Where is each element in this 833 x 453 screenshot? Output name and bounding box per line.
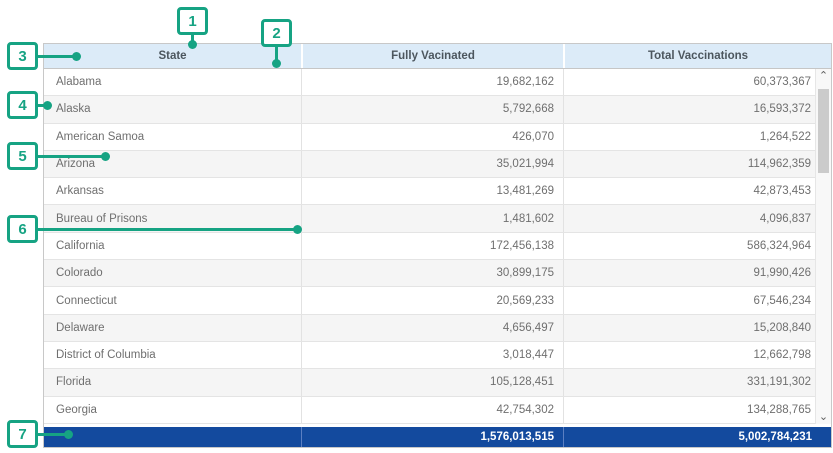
callout-dot-1 [188, 40, 197, 49]
callout-box-1: 1 [177, 7, 208, 35]
callout-box-2: 2 [261, 19, 292, 47]
callout-dot-2 [272, 59, 281, 68]
state-cell: Colorado [44, 260, 301, 286]
table-row[interactable]: Delaware 4,656,497 15,208,840 [44, 315, 831, 342]
totals-row: 1,576,013,515 5,002,784,231 [44, 427, 831, 447]
scroll-down-button[interactable]: ⌄ [816, 410, 831, 424]
callout-box-5: 5 [7, 142, 38, 170]
table-row[interactable]: Arkansas 13,481,269 42,873,453 [44, 178, 831, 205]
callout-box-6: 6 [7, 215, 38, 243]
chevron-down-icon: ⌄ [819, 412, 828, 422]
fully-vaccinated-cell: 20,569,233 [301, 287, 563, 313]
fully-vaccinated-cell: 3,018,447 [301, 342, 563, 368]
table-row[interactable]: American Samoa 426,070 1,264,522 [44, 124, 831, 151]
totals-state-cell [44, 427, 301, 447]
totals-total-vaccinations-cell: 5,002,784,231 [563, 427, 831, 447]
callout-dot-6 [293, 225, 302, 234]
list-table: State Fully Vacinated Total Vaccinations… [43, 43, 832, 448]
fully-vaccinated-cell: 5,792,668 [301, 96, 563, 122]
callout-box-7: 7 [7, 420, 38, 448]
total-vaccinations-cell: 91,990,426 [563, 260, 831, 286]
state-cell: Connecticut [44, 287, 301, 313]
total-vaccinations-cell: 16,593,372 [563, 96, 831, 122]
fully-vaccinated-cell: 4,656,497 [301, 315, 563, 341]
fully-vaccinated-cell: 426,070 [301, 124, 563, 150]
state-cell: Georgia [44, 397, 301, 423]
callout-label-2: 2 [272, 25, 280, 42]
callout-stem-5 [36, 155, 105, 158]
state-cell: District of Columbia [44, 342, 301, 368]
state-cell: Alabama [44, 69, 301, 95]
state-cell: Arkansas [44, 178, 301, 204]
total-vaccinations-cell: 67,546,234 [563, 287, 831, 313]
fully-vaccinated-cell: 30,899,175 [301, 260, 563, 286]
table-row[interactable]: Arizona 35,021,994 114,962,359 [44, 151, 831, 178]
callout-label-4: 4 [18, 97, 26, 114]
fully-vaccinated-cell: 35,021,994 [301, 151, 563, 177]
table-body: Alabama 19,682,162 60,373,367 Alaska 5,7… [44, 69, 831, 424]
state-cell: Delaware [44, 315, 301, 341]
table-row[interactable]: Colorado 30,899,175 91,990,426 [44, 260, 831, 287]
callout-dot-3 [72, 52, 81, 61]
callout-label-6: 6 [18, 221, 26, 238]
total-vaccinations-cell: 15,208,840 [563, 315, 831, 341]
total-vaccinations-cell: 134,288,765 [563, 397, 831, 423]
fully-vaccinated-cell: 172,456,138 [301, 233, 563, 259]
total-vaccinations-cell: 42,873,453 [563, 178, 831, 204]
fully-vaccinated-cell: 105,128,451 [301, 369, 563, 395]
callout-label-7: 7 [18, 426, 26, 443]
callout-dot-7 [64, 430, 73, 439]
scrollbar-thumb[interactable] [818, 89, 829, 173]
total-vaccinations-cell: 60,373,367 [563, 69, 831, 95]
callout-box-3: 3 [7, 42, 38, 70]
screenshot-root: State Fully Vacinated Total Vaccinations… [0, 0, 833, 453]
chevron-up-icon: ⌃ [819, 71, 828, 81]
table-row[interactable]: California 172,456,138 586,324,964 [44, 233, 831, 260]
column-header-state[interactable]: State [44, 44, 301, 68]
callout-label-1: 1 [188, 13, 196, 30]
callout-stem-3 [36, 55, 76, 58]
total-vaccinations-cell: 331,191,302 [563, 369, 831, 395]
vertical-scrollbar[interactable]: ⌃ ⌄ [815, 69, 831, 424]
state-cell: California [44, 233, 301, 259]
table-row[interactable]: Georgia 42,754,302 134,288,765 [44, 397, 831, 424]
callout-box-4: 4 [7, 91, 38, 119]
fully-vaccinated-cell: 42,754,302 [301, 397, 563, 423]
totals-fully-vaccinated-cell: 1,576,013,515 [301, 427, 563, 447]
table-header-row: State Fully Vacinated Total Vaccinations [44, 44, 831, 69]
table-row[interactable]: Alaska 5,792,668 16,593,372 [44, 96, 831, 123]
fully-vaccinated-cell: 19,682,162 [301, 69, 563, 95]
callout-label-3: 3 [18, 48, 26, 65]
table-row[interactable]: Florida 105,128,451 331,191,302 [44, 369, 831, 396]
callout-label-5: 5 [18, 148, 26, 165]
total-vaccinations-cell: 114,962,359 [563, 151, 831, 177]
total-vaccinations-cell: 4,096,837 [563, 205, 831, 231]
callout-dot-4 [43, 101, 52, 110]
fully-vaccinated-cell: 1,481,602 [301, 205, 563, 231]
callout-dot-5 [101, 152, 110, 161]
table-row[interactable]: Connecticut 20,569,233 67,546,234 [44, 287, 831, 314]
table-row[interactable]: Alabama 19,682,162 60,373,367 [44, 69, 831, 96]
state-cell: American Samoa [44, 124, 301, 150]
column-header-fully-vaccinated[interactable]: Fully Vacinated [301, 44, 563, 68]
table-row[interactable]: District of Columbia 3,018,447 12,662,79… [44, 342, 831, 369]
callout-stem-6 [36, 228, 297, 231]
state-cell: Alaska [44, 96, 301, 122]
fully-vaccinated-cell: 13,481,269 [301, 178, 563, 204]
total-vaccinations-cell: 586,324,964 [563, 233, 831, 259]
column-header-total-vaccinations[interactable]: Total Vaccinations [563, 44, 831, 68]
total-vaccinations-cell: 12,662,798 [563, 342, 831, 368]
scroll-up-button[interactable]: ⌃ [816, 69, 831, 83]
total-vaccinations-cell: 1,264,522 [563, 124, 831, 150]
state-cell: Florida [44, 369, 301, 395]
